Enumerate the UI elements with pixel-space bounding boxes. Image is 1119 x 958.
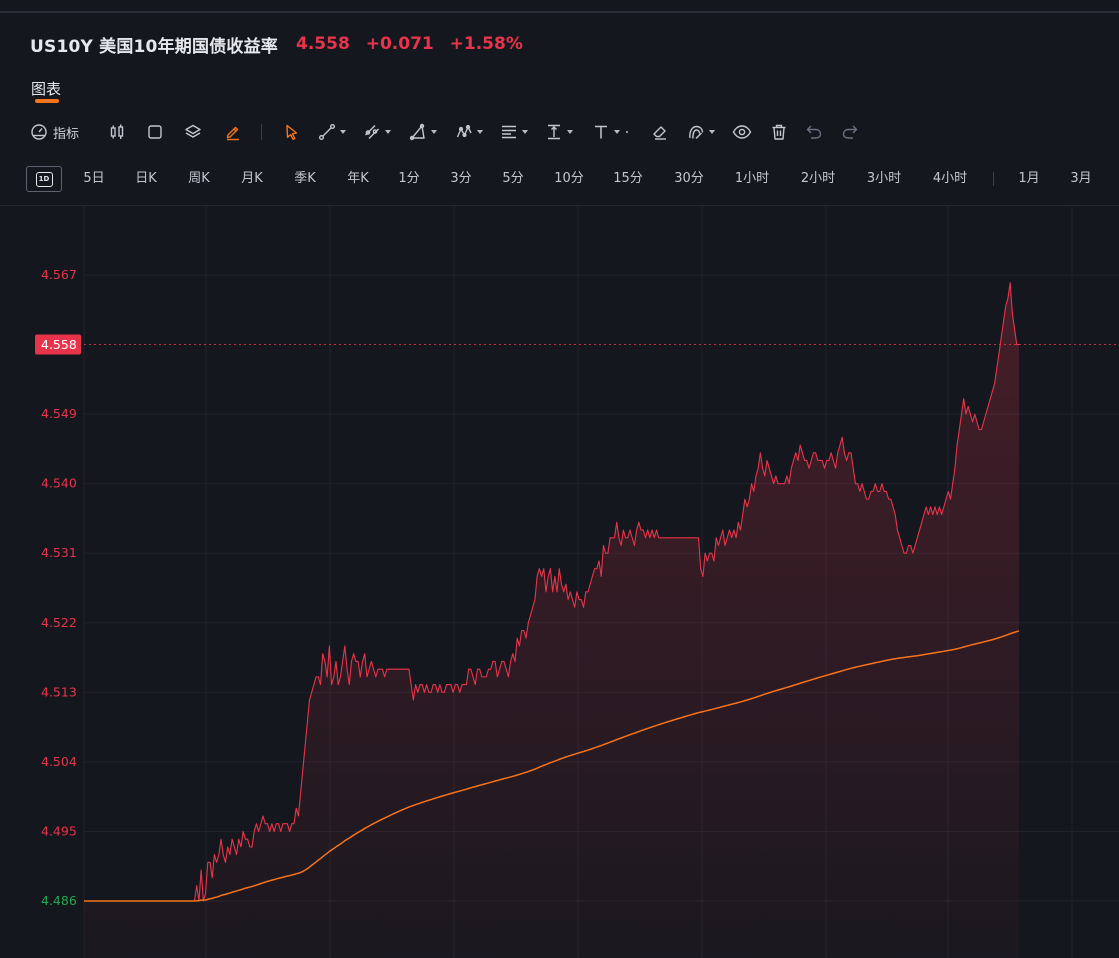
period-item[interactable]: 日K [135, 163, 157, 195]
text-icon [595, 125, 607, 139]
multi-line-button[interactable] [363, 118, 391, 146]
price-chart[interactable]: 4.567 4.549 4.540 4.531 4.522 4.513 4.504 4.495… [0, 206, 1119, 958]
indicators-label: 指标 [53, 126, 80, 142]
redo-icon [842, 125, 858, 139]
period-bar: 1D 5日 日K 周K 月K 季K 年K 1分 3分 5分 10分 15分 30… [0, 163, 1119, 195]
layers-icon [185, 124, 201, 138]
chevron-down-icon [385, 130, 391, 134]
trend-line-icon [319, 124, 335, 140]
symbol-title: US10Y 美国10年期国债收益率 [30, 36, 278, 57]
y-tick-label: 4.486 [41, 893, 77, 908]
indicator-icon [31, 124, 47, 140]
triangle-button[interactable] [409, 118, 437, 146]
top-border [0, 11, 1119, 13]
cursor-button[interactable] [283, 118, 301, 146]
indicators-button[interactable]: 指标 [30, 118, 79, 146]
chevron-down-icon [431, 130, 437, 134]
y-tick-label: 4.522 [41, 615, 77, 630]
period-item[interactable]: 30分 [674, 163, 704, 195]
y-tick-label: 4.504 [41, 754, 77, 769]
brush-icon [226, 126, 239, 141]
tab-chart-underline [35, 99, 59, 103]
period-item[interactable]: 周K [188, 163, 210, 195]
period-item[interactable]: 3月 [1070, 163, 1091, 195]
period-item[interactable]: 5分 [502, 163, 523, 195]
measure-icon [548, 124, 560, 140]
triangle-icon [409, 123, 425, 141]
period-item[interactable]: 1小时 [735, 163, 769, 195]
y-tick-label: 4.495 [41, 823, 77, 838]
period-item[interactable]: 3分 [450, 163, 471, 195]
quote-values: 4.558 +0.071 +1.58% [296, 34, 533, 54]
period-item[interactable]: 月K [241, 163, 263, 195]
period-item[interactable]: 2小时 [801, 163, 835, 195]
price-change: +0.071 [365, 34, 434, 54]
undo-button[interactable] [805, 118, 823, 146]
trend-line-button[interactable] [318, 118, 346, 146]
y-tick-label: 4.567 [41, 267, 77, 282]
layers-button[interactable] [184, 118, 202, 146]
eraser-button[interactable] [651, 118, 669, 146]
more-dot [626, 131, 628, 133]
price-change-percent: +1.58% [449, 34, 523, 54]
period-1d-button[interactable]: 1D [26, 166, 62, 192]
symbol-header: US10Y 美国10年期国债收益率 4.558 +0.071 +1.58% [30, 31, 533, 57]
y-tick-label: 4.513 [41, 684, 77, 699]
chevron-down-icon [614, 130, 620, 134]
cursor-icon [286, 124, 298, 140]
delete-button[interactable] [770, 118, 788, 146]
brush-button[interactable] [224, 118, 242, 146]
drawing-toolbar: 指标 [0, 118, 1119, 146]
undo-icon [806, 125, 822, 139]
eye-icon [732, 125, 752, 139]
y-tick-label: 4.531 [41, 545, 77, 560]
period-item[interactable]: 15分 [613, 163, 643, 195]
period-item[interactable]: 5日 [83, 163, 104, 195]
period-item[interactable]: 年K [347, 163, 369, 195]
trash-icon [772, 124, 786, 140]
tab-chart[interactable]: 图表 [31, 78, 61, 99]
multi-line-icon [365, 125, 379, 139]
period-item[interactable]: 3小时 [867, 163, 901, 195]
period-separator [993, 172, 994, 186]
rectangle-icon [148, 125, 162, 139]
measure-button[interactable] [545, 118, 573, 146]
period-item[interactable]: 4小时 [933, 163, 967, 195]
text-button[interactable] [592, 118, 628, 146]
pattern-icon [456, 124, 472, 138]
fingerprint-icon [689, 125, 704, 139]
eraser-icon [653, 126, 666, 140]
rectangle-button[interactable] [146, 118, 164, 146]
chevron-down-icon [567, 130, 573, 134]
current-price-label: 4.558 [41, 337, 77, 352]
period-item[interactable]: 1分 [398, 163, 419, 195]
chevron-down-icon [522, 130, 528, 134]
candle-type-button[interactable] [108, 118, 126, 146]
chevron-down-icon [340, 130, 346, 134]
y-tick-label: 4.549 [41, 406, 77, 421]
pattern-button[interactable] [455, 118, 483, 146]
fingerprint-button[interactable] [687, 118, 715, 146]
y-tick-label: 4.540 [41, 476, 77, 491]
toolbar-separator [261, 124, 262, 140]
period-item[interactable]: 1月 [1018, 163, 1039, 195]
last-price: 4.558 [296, 34, 350, 54]
redo-button[interactable] [841, 118, 859, 146]
period-item[interactable]: 10分 [554, 163, 584, 195]
period-item[interactable]: 季K [294, 163, 316, 195]
chevron-down-icon [709, 130, 715, 134]
chevron-down-icon [477, 130, 483, 134]
candle-type-icon [110, 124, 124, 139]
fib-button[interactable] [500, 118, 528, 146]
period-1d-label: 1D [35, 171, 53, 187]
visibility-button[interactable] [732, 118, 752, 146]
fib-icon [502, 125, 516, 139]
